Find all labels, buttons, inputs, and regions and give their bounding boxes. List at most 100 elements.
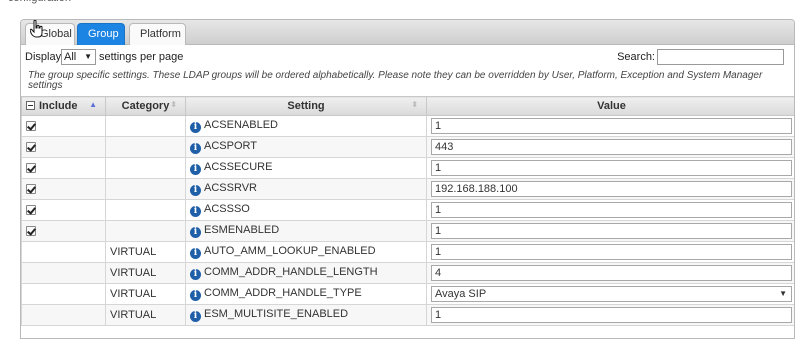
include-cell xyxy=(21,241,106,263)
value-input[interactable]: 443 xyxy=(431,139,792,155)
value-input[interactable]: 1 xyxy=(431,307,792,323)
page-size-select[interactable]: All ▼ xyxy=(61,49,96,65)
tab-bar: Global Group Platform xyxy=(21,20,794,45)
page-caption: configuration xyxy=(8,0,71,4)
include-cell xyxy=(21,199,106,221)
category-column-header[interactable]: Category ⬍ xyxy=(105,96,186,116)
setting-cell: i ESM_MULTISITE_ENABLED xyxy=(185,304,427,326)
value-cell: 4 xyxy=(426,262,794,284)
display-label: Display xyxy=(25,51,62,63)
category-cell: VIRTUAL xyxy=(105,241,186,263)
category-cell xyxy=(105,178,186,200)
setting-name: ESM_MULTISITE_ENABLED xyxy=(204,308,349,320)
tab-platform[interactable]: Platform xyxy=(129,23,186,45)
category-cell: VIRTUAL xyxy=(105,283,186,305)
setting-name: COMM_ADDR_HANDLE_LENGTH xyxy=(204,266,378,278)
table-row: i ACSPORT 443 xyxy=(21,136,794,158)
select-all-toggle-icon[interactable] xyxy=(26,101,35,110)
table-row: i ACSSRVR 192.168.188.100 xyxy=(21,178,794,200)
value-text: 1 xyxy=(435,225,442,237)
setting-cell: i AUTO_AMM_LOOKUP_ENABLED xyxy=(185,241,427,263)
value-cell: 1 xyxy=(426,115,794,137)
include-cell xyxy=(21,136,106,158)
sort-icon: ⬍ xyxy=(411,100,418,109)
include-cell xyxy=(21,178,106,200)
setting-cell: i ESMENABLED xyxy=(185,220,427,242)
info-icon[interactable]: i xyxy=(190,143,201,154)
include-checkbox[interactable] xyxy=(26,142,36,153)
value-input[interactable]: 192.168.188.100 xyxy=(431,181,792,197)
value-cell: 1 xyxy=(426,304,794,326)
value-cell: 443 xyxy=(426,136,794,158)
value-header-label: Value xyxy=(597,100,626,112)
value-text: 1 xyxy=(435,204,442,216)
category-cell xyxy=(105,157,186,179)
table-row: VIRTUAL i COMM_ADDR_HANDLE_LENGTH 4 xyxy=(21,262,794,284)
per-page-label: settings per page xyxy=(99,51,184,63)
info-icon[interactable]: i xyxy=(190,206,201,217)
hand-cursor-icon xyxy=(30,20,43,38)
value-cell: Avaya SIP ▼ xyxy=(426,283,794,305)
info-icon[interactable]: i xyxy=(190,248,201,259)
value-column-header[interactable]: Value xyxy=(426,96,794,116)
table-controls: Display All ▼ settings per page Search: xyxy=(25,49,790,67)
search-input[interactable] xyxy=(657,49,784,65)
info-icon[interactable]: i xyxy=(190,164,201,175)
info-icon[interactable]: i xyxy=(190,311,201,322)
include-cell xyxy=(21,220,106,242)
include-cell xyxy=(21,157,106,179)
table-row: VIRTUAL i COMM_ADDR_HANDLE_TYPE Avaya SIP ▼ xyxy=(21,283,794,305)
value-text: 192.168.188.100 xyxy=(435,183,518,195)
include-header-label: Include xyxy=(39,100,78,112)
category-cell xyxy=(105,115,186,137)
table-header-row: Include ▲ Category ⬍ Setting ⬍ Value xyxy=(21,96,794,116)
table-row: i ACSSECURE 1 xyxy=(21,157,794,179)
include-column-header[interactable]: Include ▲ xyxy=(21,96,106,116)
include-cell xyxy=(21,283,106,305)
value-select[interactable]: Avaya SIP ▼ xyxy=(431,286,792,302)
value-text: 1 xyxy=(435,309,442,321)
value-input[interactable]: 1 xyxy=(431,223,792,239)
info-icon[interactable]: i xyxy=(190,290,201,301)
group-settings-note: The group specific settings. These LDAP … xyxy=(28,70,763,91)
table-row: i ACSSSO 1 xyxy=(21,199,794,221)
tab-group[interactable]: Group xyxy=(77,23,125,45)
table-row: VIRTUAL i ESM_MULTISITE_ENABLED 1 xyxy=(21,304,794,326)
info-icon[interactable]: i xyxy=(190,122,201,133)
value-cell: 1 xyxy=(426,157,794,179)
value-cell: 192.168.188.100 xyxy=(426,178,794,200)
setting-name: COMM_ADDR_HANDLE_TYPE xyxy=(204,287,362,299)
settings-table: Include ▲ Category ⬍ Setting ⬍ Value i AC… xyxy=(21,96,794,326)
include-checkbox[interactable] xyxy=(26,163,36,174)
setting-cell: i COMM_ADDR_HANDLE_TYPE xyxy=(185,283,427,305)
include-checkbox[interactable] xyxy=(26,121,36,132)
setting-name: ACSENABLED xyxy=(204,119,278,131)
include-checkbox[interactable] xyxy=(26,205,36,216)
category-cell: VIRTUAL xyxy=(105,304,186,326)
value-cell: 1 xyxy=(426,199,794,221)
info-icon[interactable]: i xyxy=(190,269,201,280)
tab-group-label: Group xyxy=(88,28,119,40)
category-cell xyxy=(105,136,186,158)
value-text: 443 xyxy=(435,141,454,153)
include-checkbox[interactable] xyxy=(26,184,36,195)
value-text: 4 xyxy=(435,267,442,279)
value-input[interactable]: 1 xyxy=(431,202,792,218)
value-input[interactable]: 1 xyxy=(431,244,792,260)
value-input[interactable]: 1 xyxy=(431,160,792,176)
value-text: Avaya SIP xyxy=(435,288,487,300)
setting-name: ESMENABLED xyxy=(204,224,280,236)
sort-ascending-icon: ▲ xyxy=(89,100,97,109)
info-icon[interactable]: i xyxy=(190,185,201,196)
setting-cell: i ACSSRVR xyxy=(185,178,427,200)
value-cell: 1 xyxy=(426,241,794,263)
info-icon[interactable]: i xyxy=(190,227,201,238)
value-input[interactable]: 1 xyxy=(431,118,792,134)
include-checkbox[interactable] xyxy=(26,226,36,237)
value-input[interactable]: 4 xyxy=(431,265,792,281)
setting-name: ACSSRVR xyxy=(204,182,257,194)
table-row: i ACSENABLED 1 xyxy=(21,115,794,137)
setting-column-header[interactable]: Setting ⬍ xyxy=(185,96,427,116)
sort-icon: ⬍ xyxy=(170,100,177,109)
value-text: 1 xyxy=(435,120,442,132)
